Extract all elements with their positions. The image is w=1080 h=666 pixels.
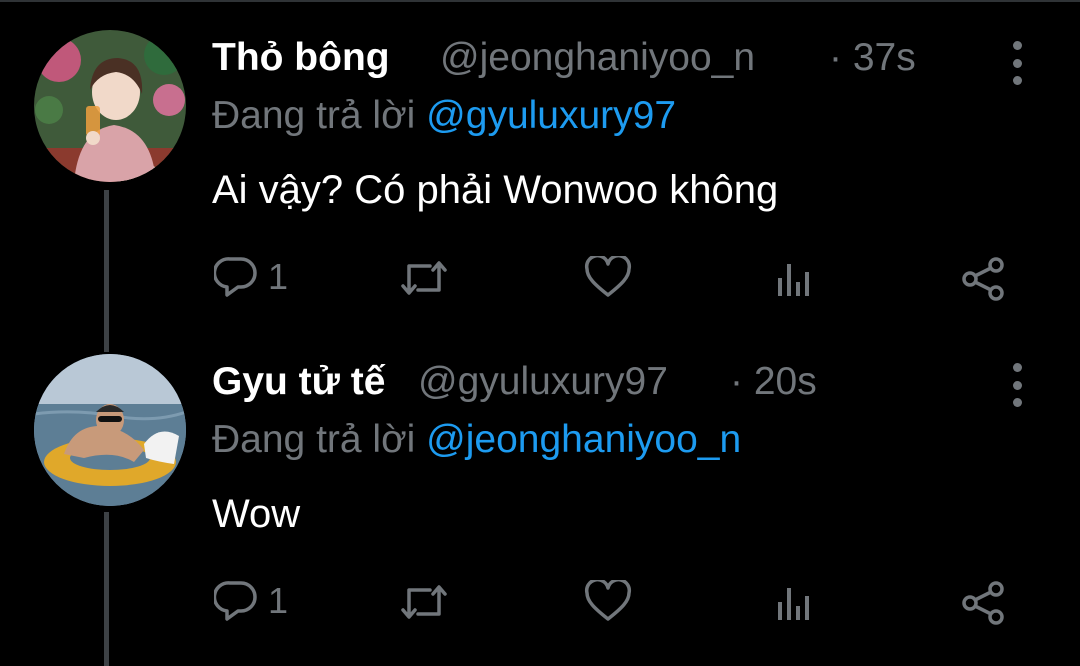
retweet-button[interactable] [398, 582, 450, 622]
reply-count: 1 [268, 580, 289, 621]
analytics-icon [778, 264, 809, 296]
display-name[interactable]: Gyu tử tế [212, 360, 385, 404]
reply-prefix: Đang trả lời [212, 418, 416, 461]
reply-icon [214, 581, 257, 621]
analytics-button[interactable] [776, 584, 816, 622]
tweet-text: Ai vậy? Có phải Wonwoo không [212, 168, 779, 212]
handle[interactable]: @gyuluxury97 [418, 360, 668, 404]
like-icon [584, 256, 632, 297]
top-divider [0, 0, 1080, 2]
timestamp[interactable]: · 20s [730, 360, 817, 404]
thread-line [104, 512, 109, 666]
display-name[interactable]: Thỏ bông [212, 36, 390, 80]
retweet-icon [401, 585, 447, 619]
reply-prefix: Đang trả lời [212, 94, 416, 137]
avatar[interactable] [34, 30, 186, 182]
tweet-text: Wow [212, 492, 301, 536]
reply-context: Đang trả lời @jeonghaniyoo_n [212, 418, 741, 462]
reply-button[interactable]: 1 [214, 580, 288, 622]
reply-button[interactable]: 1 [214, 256, 288, 298]
more-icon[interactable] [1002, 360, 1032, 410]
more-icon[interactable] [1002, 38, 1032, 88]
like-button[interactable] [584, 256, 632, 298]
reply-icon [214, 257, 257, 297]
like-button[interactable] [584, 580, 632, 622]
share-button[interactable] [960, 256, 1006, 302]
share-icon [962, 257, 1004, 301]
share-icon [962, 581, 1004, 625]
thread-line [104, 190, 109, 352]
mention-link[interactable]: @jeonghaniyoo_n [426, 418, 741, 461]
like-icon [584, 580, 632, 621]
retweet-button[interactable] [398, 258, 450, 298]
retweet-icon [401, 261, 447, 295]
reply-context: Đang trả lời @gyuluxury97 [212, 94, 676, 138]
analytics-icon [778, 588, 809, 620]
analytics-button[interactable] [776, 260, 816, 298]
handle[interactable]: @jeonghaniyoo_n [440, 36, 755, 80]
reply-count: 1 [268, 256, 289, 297]
mention-link[interactable]: @gyuluxury97 [426, 94, 676, 137]
timestamp[interactable]: · 37s [829, 36, 916, 80]
share-button[interactable] [960, 580, 1006, 626]
avatar[interactable] [34, 354, 186, 506]
